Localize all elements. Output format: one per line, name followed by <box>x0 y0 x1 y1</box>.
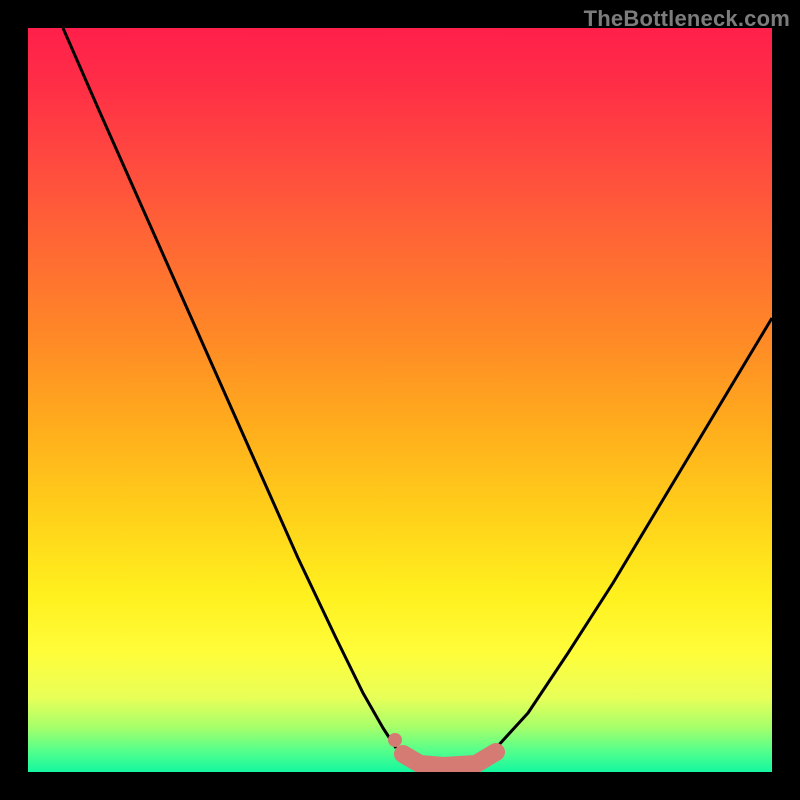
watermark-label: TheBottleneck.com <box>584 6 790 32</box>
chart-plot-area <box>28 28 772 772</box>
chart-frame: TheBottleneck.com <box>0 0 800 800</box>
salmon-segment <box>403 752 496 766</box>
right-black-curve <box>496 318 772 748</box>
curve-overlay <box>28 28 772 772</box>
left-black-curve <box>63 28 396 748</box>
salmon-dot-left <box>388 733 402 747</box>
